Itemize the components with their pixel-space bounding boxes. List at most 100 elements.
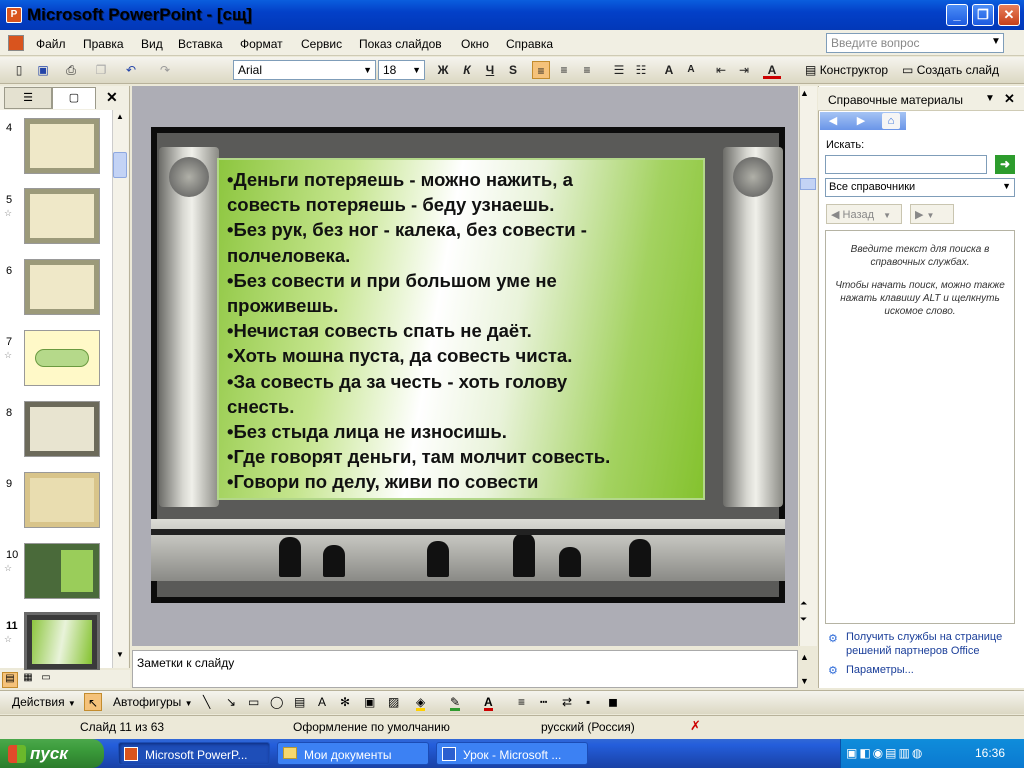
picture-icon[interactable]: ▨ — [388, 693, 399, 711]
slide-scrollbar[interactable] — [799, 86, 817, 646]
underline-button[interactable]: Ч — [481, 61, 499, 79]
actions-button[interactable]: Действия ▼ — [12, 693, 76, 711]
home-icon[interactable]: ⌂ — [882, 113, 900, 129]
new-slide-button[interactable]: ▭ Создать слайд — [902, 63, 999, 77]
copy-icon[interactable]: ❐ — [92, 61, 110, 79]
menu-tools[interactable]: Сервис — [301, 37, 342, 51]
tab-outline[interactable]: ☰ — [4, 87, 52, 109]
menu-window[interactable]: Окно — [461, 37, 489, 51]
forward-button[interactable]: ▶ ▼ — [910, 204, 954, 224]
close-icon[interactable]: ✕ — [1004, 91, 1015, 107]
tab-slides[interactable]: ▢ — [52, 87, 96, 109]
back-button[interactable]: ◀ Назад ▼ — [826, 204, 902, 224]
next-slide-icon[interactable]: ⏷ — [800, 614, 807, 625]
designer-button[interactable]: ▤ Конструктор — [805, 63, 888, 77]
save-icon[interactable]: ▣ — [34, 61, 52, 79]
go-arrow-icon[interactable]: ➜ — [995, 155, 1015, 174]
powerpoint-icon[interactable]: P — [6, 7, 22, 23]
rectangle-icon[interactable]: ▭ — [248, 693, 259, 711]
slide-canvas[interactable]: •Деньги потеряешь - можно нажить, а сове… — [151, 127, 785, 603]
thumb-slide-11-selected[interactable] — [24, 612, 100, 672]
new-document-icon[interactable]: ▯ — [10, 61, 28, 79]
font-color-icon[interactable]: A — [763, 61, 781, 79]
arrow-icon[interactable]: ↘ — [226, 693, 236, 711]
oval-icon[interactable]: ◯ — [270, 693, 283, 711]
task-word-lesson[interactable]: Урок - Microsoft ... — [436, 742, 588, 765]
scroll-up-icon[interactable]: ▲ — [800, 652, 809, 662]
font-name-select[interactable]: Arial ▼ — [233, 60, 376, 80]
select-pointer-icon[interactable]: ↖ — [84, 693, 102, 711]
thumb-slide-10[interactable] — [24, 543, 100, 599]
font-size-select[interactable]: 18 ▼ — [378, 60, 425, 80]
back-arrow-icon[interactable]: ◀ — [824, 113, 842, 129]
wordart-icon[interactable]: A — [318, 693, 326, 711]
task-powerpoint[interactable]: Microsoft PowerP... — [118, 742, 270, 765]
slideshow-view-icon[interactable]: ▭ — [38, 672, 54, 688]
arrow-style-icon[interactable]: ⇄ — [562, 693, 572, 711]
shadow-style-icon[interactable]: ▪ — [586, 693, 590, 711]
minimize-button[interactable]: _ — [946, 4, 968, 26]
menu-insert[interactable]: Вставка — [178, 37, 223, 51]
close-panel-icon[interactable]: ✕ — [106, 89, 118, 106]
menu-edit[interactable]: Правка — [83, 37, 124, 51]
numbered-list-icon[interactable]: ☰ — [610, 61, 628, 79]
thumbnail-scroll-thumb[interactable] — [113, 152, 127, 178]
menu-file[interactable]: Файл — [36, 37, 66, 51]
align-left-icon[interactable]: ≡ — [532, 61, 550, 79]
line-color-icon[interactable]: ✎ — [450, 693, 461, 711]
bold-button[interactable]: Ж — [434, 61, 452, 79]
thumb-slide-9[interactable] — [24, 472, 100, 528]
normal-view-icon[interactable]: ▤ — [2, 672, 18, 688]
menu-slideshow[interactable]: Показ слайдов — [359, 37, 442, 51]
slide-text-box[interactable]: •Деньги потеряешь - можно нажить, а сове… — [217, 158, 705, 500]
line-style-icon[interactable]: ≡ — [518, 693, 525, 711]
tray-icons[interactable]: ▣◧◉▤▥◍ — [846, 746, 924, 760]
menu-view[interactable]: Вид — [141, 37, 163, 51]
undo-icon[interactable]: ↶ — [122, 61, 140, 79]
task-my-documents[interactable]: Мои документы — [277, 742, 429, 765]
decrease-indent-icon[interactable]: ⇤ — [712, 61, 730, 79]
italic-button[interactable]: К — [458, 61, 476, 79]
autoshapes-button[interactable]: Автофигуры ▼ — [113, 693, 193, 711]
print-icon[interactable]: ⎙ — [62, 61, 80, 79]
options-link[interactable]: Параметры... — [846, 664, 914, 676]
thumb-slide-5[interactable] — [24, 188, 100, 244]
menu-help[interactable]: Справка — [506, 37, 553, 51]
chevron-down-icon[interactable]: ▼ — [985, 93, 995, 104]
spelling-error-icon[interactable]: ✗ — [690, 718, 701, 734]
scroll-up-icon[interactable]: ▲ — [800, 88, 809, 98]
increase-indent-icon[interactable]: ⇥ — [735, 61, 753, 79]
shadow-button[interactable]: S — [504, 61, 522, 79]
font-color-icon[interactable]: A — [484, 693, 493, 711]
thumb-slide-7[interactable] — [24, 330, 100, 386]
close-button[interactable]: ✕ — [998, 4, 1020, 26]
thumbnail-scrollbar[interactable] — [112, 110, 128, 668]
slide-scroll-thumb[interactable] — [800, 178, 816, 190]
thumb-slide-4[interactable] — [24, 118, 100, 174]
diagram-icon[interactable]: ✻ — [340, 693, 350, 711]
scroll-down-icon[interactable]: ▼ — [800, 676, 809, 686]
dash-style-icon[interactable]: ┅ — [540, 693, 547, 711]
prev-slide-icon[interactable]: ⏶ — [800, 598, 807, 609]
slide-sorter-icon[interactable]: ▦ — [20, 672, 36, 688]
decrease-font-icon[interactable]: A — [682, 61, 700, 79]
document-icon[interactable] — [8, 35, 24, 51]
reference-select[interactable]: Все справочники ▼ — [825, 178, 1015, 197]
align-right-icon[interactable]: ≡ — [578, 61, 596, 79]
increase-font-icon[interactable]: A — [660, 61, 678, 79]
get-services-link[interactable]: Получить службы на странице решений парт… — [846, 630, 1016, 658]
bullet-list-icon[interactable]: ☷ — [632, 61, 650, 79]
maximize-button[interactable]: ❐ — [972, 4, 994, 26]
clipart-icon[interactable]: ▣ — [364, 693, 375, 711]
thumb-slide-6[interactable] — [24, 259, 100, 315]
forward-arrow-icon[interactable]: ▶ — [852, 113, 870, 129]
thumb-slide-8[interactable] — [24, 401, 100, 457]
textbox-icon[interactable]: ▤ — [294, 693, 305, 711]
chevron-down-icon[interactable]: ▼ — [991, 36, 1001, 47]
help-question-input[interactable]: Введите вопрос — [826, 33, 1004, 53]
scroll-down-icon[interactable]: ▼ — [113, 650, 127, 664]
scroll-up-icon[interactable]: ▲ — [113, 112, 127, 126]
3d-style-icon[interactable]: ◼ — [608, 693, 618, 711]
fill-color-icon[interactable]: ◈ — [416, 693, 426, 711]
redo-icon[interactable]: ↷ — [156, 61, 174, 79]
